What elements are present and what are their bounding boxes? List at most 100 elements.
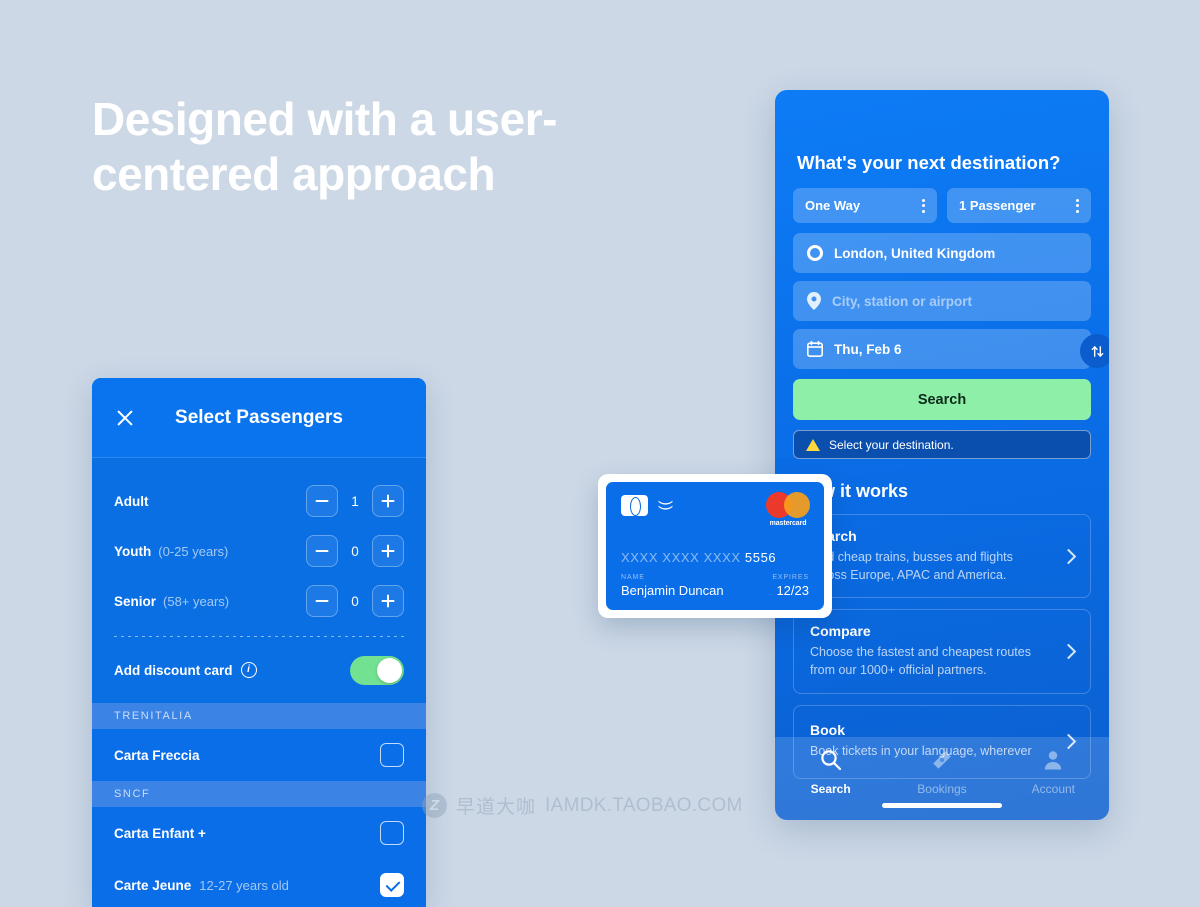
panel-title: Select Passengers [175, 406, 343, 428]
card-heading: Search [810, 528, 857, 544]
cardholder-block: NAME Benjamin Duncan [621, 574, 724, 598]
checkbox-carta-freccia[interactable] [380, 743, 404, 767]
search-button[interactable]: Search [793, 379, 1091, 420]
mastercard-logo: mastercard [766, 492, 810, 527]
trip-options-row: One Way 1 Passenger [793, 188, 1091, 223]
destination-input[interactable]: City, station or airport [793, 281, 1091, 321]
name-label: NAME [621, 574, 645, 581]
passenger-count-select[interactable]: 1 Passenger [947, 188, 1091, 223]
discount-card-toggle[interactable] [350, 655, 404, 685]
more-vertical-icon [1076, 198, 1079, 213]
ticket-icon [931, 749, 953, 776]
close-icon[interactable] [114, 407, 136, 429]
discount-card-age: 12-27 years old [199, 877, 289, 893]
origin-value: London, United Kingdom [834, 245, 996, 261]
watermark-domain: IAMDK.TAOBAO.COM [545, 794, 743, 816]
discount-card-label: Add discount card [114, 662, 233, 678]
bottom-navigation: Search Bookings Account [775, 737, 1109, 820]
status-badge: Select your destination. [793, 430, 1091, 459]
credit-card: )) mastercard XXXX XXXX XXXX 5556 NAME B… [598, 474, 832, 618]
location-pin-icon [807, 292, 821, 310]
expires-value: 12/23 [776, 583, 809, 598]
calendar-icon [807, 341, 823, 357]
passenger-row-senior: Senior (58+ years) 0 [114, 576, 404, 626]
watermark: Z 早道大咖 IAMDK.TAOBAO.COM [422, 792, 743, 819]
passenger-label: Adult [114, 493, 149, 509]
panel-header: Select Passengers [92, 378, 426, 458]
tab-search[interactable]: Search [775, 749, 886, 796]
passenger-label: Senior [114, 593, 157, 609]
discount-card-name: Carta Freccia [114, 747, 200, 763]
cardholder-name: Benjamin Duncan [621, 583, 724, 598]
date-input[interactable]: Thu, Feb 6 [793, 329, 1091, 369]
checkbox-carte-jeune[interactable] [380, 873, 404, 897]
search-form: One Way 1 Passenger London, United Kingd… [775, 188, 1109, 459]
add-discount-card-row: Add discount card i [92, 637, 426, 703]
quantity-stepper-youth: 0 [306, 535, 404, 567]
tab-bookings[interactable]: Bookings [886, 749, 997, 796]
watermark-chinese-text: 早道大咖 [456, 797, 537, 818]
list-item[interactable]: Carta Freccia [92, 729, 426, 781]
credit-card-bottom-row: NAME Benjamin Duncan EXPIRES 12/23 [621, 574, 809, 598]
card-text: Compare Choose the fastest and cheapest … [810, 623, 1049, 679]
increment-youth-button[interactable] [372, 535, 404, 567]
home-indicator [882, 803, 1002, 808]
card-text: Search Find cheap trains, busses and fli… [810, 528, 1049, 584]
expiry-block: EXPIRES 12/23 [772, 574, 809, 598]
watermark-logo-icon: Z [422, 793, 447, 818]
increment-adult-button[interactable] [372, 485, 404, 517]
origin-input[interactable]: London, United Kingdom [793, 233, 1091, 273]
passenger-rows: Adult 1 Youth (0-25 years) 0 Senior (58+… [92, 458, 426, 637]
search-heading: What's your next destination? [797, 152, 1061, 173]
passenger-row-youth: Youth (0-25 years) 0 [114, 526, 404, 576]
info-icon[interactable]: i [240, 662, 257, 678]
youth-count: 0 [351, 543, 359, 559]
card-description: Choose the fastest and cheapest routes f… [810, 645, 1031, 678]
expires-label: EXPIRES [772, 574, 809, 581]
tab-account[interactable]: Account [998, 749, 1109, 796]
passenger-count-value: 1 Passenger [959, 198, 1036, 213]
passenger-age-range: (58+ years) [163, 593, 230, 609]
how-it-works-heading: How it works [797, 481, 909, 501]
chip-icon [621, 495, 648, 516]
decrement-adult-button[interactable] [306, 485, 338, 517]
search-icon [820, 749, 842, 776]
adult-count: 1 [351, 493, 359, 509]
contactless-icon: )) [657, 500, 675, 511]
group-header-trenitalia: TRENITALIA [92, 703, 426, 729]
warning-icon [806, 438, 820, 451]
person-icon [1042, 749, 1064, 776]
how-it-works-card-compare[interactable]: Compare Choose the fastest and cheapest … [793, 609, 1091, 694]
card-number-mask: XXXX XXXX XXXX [621, 550, 741, 565]
increment-senior-button[interactable] [372, 585, 404, 617]
page-title: Designed with a user-centered approach [92, 93, 557, 200]
trip-type-value: One Way [805, 198, 861, 213]
group-header-sncf: SNCF [92, 781, 426, 807]
swap-locations-button[interactable] [1080, 334, 1109, 368]
quantity-stepper-senior: 0 [306, 585, 404, 617]
more-vertical-icon [922, 198, 925, 213]
date-value: Thu, Feb 6 [834, 341, 902, 357]
discount-card-label-group: Add discount card i [114, 662, 257, 678]
origin-dot-icon [807, 245, 823, 261]
mastercard-label: mastercard [769, 520, 807, 527]
card-number: XXXX XXXX XXXX 5556 [621, 550, 776, 565]
mastercard-circles-icon [766, 492, 810, 518]
trip-type-select[interactable]: One Way [793, 188, 937, 223]
checkbox-carta-enfant[interactable] [380, 821, 404, 845]
tab-label: Bookings [917, 782, 967, 796]
alert-text: Select your destination. [829, 437, 954, 452]
select-passengers-panel: Select Passengers Adult 1 Youth (0-25 ye… [92, 378, 426, 907]
list-item[interactable]: Carta Enfant + [92, 807, 426, 859]
toggle-knob [377, 657, 402, 683]
passenger-label: Youth [114, 543, 152, 559]
decrement-youth-button[interactable] [306, 535, 338, 567]
senior-count: 0 [351, 593, 359, 609]
list-item[interactable]: Carte Jeune 12-27 years old [92, 859, 426, 907]
credit-card-face: )) mastercard XXXX XXXX XXXX 5556 NAME B… [606, 482, 824, 610]
discount-card-name: Carta Enfant + [114, 825, 206, 841]
quantity-stepper-adult: 1 [306, 485, 404, 517]
search-app-phone: What's your next destination? One Way 1 … [775, 90, 1109, 820]
decrement-senior-button[interactable] [306, 585, 338, 617]
how-it-works-card-search[interactable]: Search Find cheap trains, busses and fli… [793, 514, 1091, 599]
